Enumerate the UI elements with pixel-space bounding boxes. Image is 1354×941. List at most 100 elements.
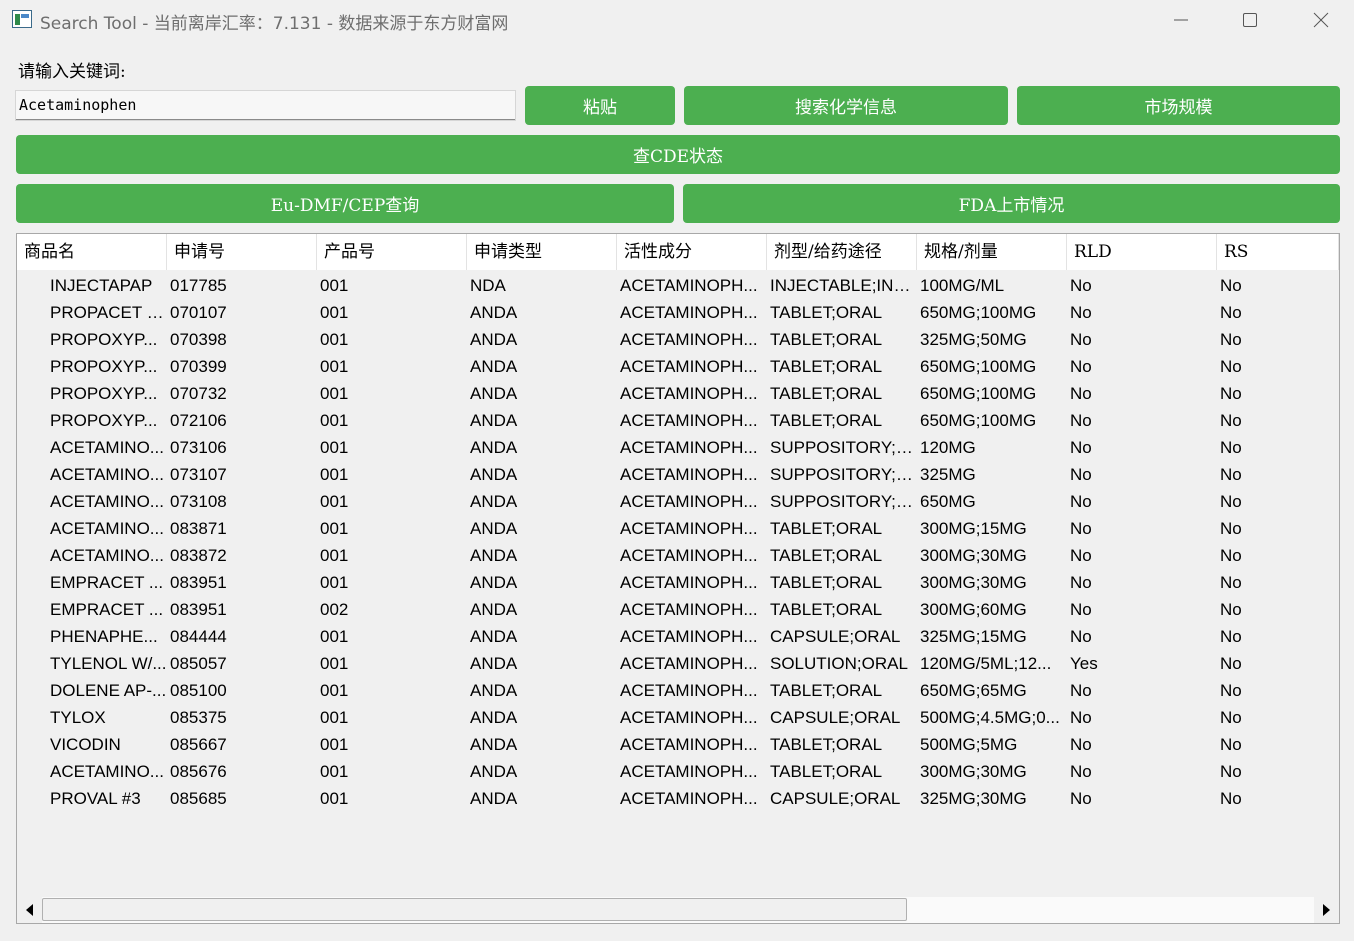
cell-active-ingredient: ACETAMINOPH... xyxy=(620,762,758,781)
cell-product-no: 001 xyxy=(320,627,349,646)
maximize-icon xyxy=(1243,13,1257,27)
cell-rs: No xyxy=(1220,762,1242,781)
cell-rs: No xyxy=(1220,654,1242,673)
scroll-left-button[interactable] xyxy=(18,897,42,923)
cell-trade-name: DOLENE AP-... xyxy=(50,681,167,700)
horizontal-scrollbar[interactable] xyxy=(17,897,1339,923)
cell-strength: 650MG;65MG xyxy=(920,681,1027,700)
cell-active-ingredient: ACETAMINOPH... xyxy=(620,276,758,295)
table-row[interactable]: EMPRACET ... 083951 002 ANDA ACETAMINOPH... T… xyxy=(17,596,1339,623)
cell-rs: No xyxy=(1220,276,1242,295)
market-size-button[interactable]: 市场规模 xyxy=(1017,86,1340,125)
scroll-right-button[interactable] xyxy=(1314,897,1338,923)
cell-trade-name: INJECTAPAP xyxy=(50,276,153,295)
cell-rld: No xyxy=(1070,276,1092,295)
cell-rld: No xyxy=(1070,708,1092,727)
column-header-dosage-form-route[interactable]: 剂型/给药途径 xyxy=(767,234,917,270)
table-row[interactable]: ACETAMINO... 083871 001 ANDA ACETAMINOPH... T… xyxy=(17,515,1339,542)
cell-strength: 120MG xyxy=(920,438,976,457)
paste-button[interactable]: 粘贴 xyxy=(525,86,675,125)
cell-application-type: ANDA xyxy=(470,573,518,592)
column-header-strength[interactable]: 规格/剂量 xyxy=(917,234,1067,270)
table-row[interactable]: ACETAMINO... 073108 001 ANDA ACETAMINOPH... S… xyxy=(17,488,1339,515)
cell-rld: No xyxy=(1070,465,1092,484)
cell-trade-name: ACETAMINO... xyxy=(50,465,164,484)
table-row[interactable]: EMPRACET ... 083951 001 ANDA ACETAMINOPH... T… xyxy=(17,569,1339,596)
column-header-product-no[interactable]: 产品号 xyxy=(317,234,467,270)
table-row[interactable]: TYLOX 085375 001 ANDA ACETAMINOPH... CAPSULE;… xyxy=(17,704,1339,731)
cell-rld: No xyxy=(1070,384,1092,403)
table-row[interactable]: PROPACET 1... 070107 001 ANDA ACETAMINOPH...… xyxy=(17,299,1339,326)
cell-active-ingredient: ACETAMINOPH... xyxy=(620,735,758,754)
table-row[interactable]: PHENAPHE... 084444 001 ANDA ACETAMINOPH... CA… xyxy=(17,623,1339,650)
table-row[interactable]: ACETAMINO... 073106 001 ANDA ACETAMINOPH... S… xyxy=(17,434,1339,461)
cell-product-no: 001 xyxy=(320,519,349,538)
cell-dosage-form-route: SOLUTION;ORAL xyxy=(770,654,908,673)
fda-listing-button[interactable]: FDA上市情况 xyxy=(683,184,1340,223)
cell-dosage-form-route: SUPPOSITORY;R... xyxy=(770,492,917,511)
table-row[interactable]: ACETAMINO... 073107 001 ANDA ACETAMINOPH... S… xyxy=(17,461,1339,488)
cell-product-no: 001 xyxy=(320,330,349,349)
cell-trade-name: TYLENOL W/... xyxy=(50,654,167,673)
table-row[interactable]: ACETAMINO... 083872 001 ANDA ACETAMINOPH... T… xyxy=(17,542,1339,569)
cell-rs: No xyxy=(1220,438,1242,457)
table-row[interactable]: PROPOXYP... 070732 001 ANDA ACETAMINOPH... TA… xyxy=(17,380,1339,407)
cde-status-button[interactable]: 查CDE状态 xyxy=(16,135,1340,174)
cell-rld: Yes xyxy=(1070,654,1098,673)
cell-strength: 120MG/5ML;12... xyxy=(920,654,1052,673)
cell-trade-name: ACETAMINO... xyxy=(50,519,164,538)
cell-dosage-form-route: TABLET;ORAL xyxy=(770,735,883,754)
cell-dosage-form-route: TABLET;ORAL xyxy=(770,546,883,565)
table-row[interactable]: ACETAMINO... 085676 001 ANDA ACETAMINOPH... T… xyxy=(17,758,1339,785)
cell-rs: No xyxy=(1220,600,1242,619)
cell-trade-name: TYLOX xyxy=(50,708,106,727)
cell-rld: No xyxy=(1070,330,1092,349)
cell-application-type: ANDA xyxy=(470,330,518,349)
keyword-input[interactable] xyxy=(16,91,515,120)
column-header-application-type[interactable]: 申请类型 xyxy=(467,234,617,270)
table-row[interactable]: INJECTAPAP 017785 001 NDA ACETAMINOPH... INJE… xyxy=(17,272,1339,299)
close-button[interactable] xyxy=(1286,0,1354,40)
cell-application-no: 085100 xyxy=(170,681,227,700)
cell-trade-name: EMPRACET ... xyxy=(50,600,164,619)
cell-application-type: NDA xyxy=(470,276,506,295)
cell-application-no: 017785 xyxy=(170,276,227,295)
cell-application-no: 085057 xyxy=(170,654,227,673)
cell-application-no: 070398 xyxy=(170,330,227,349)
cell-rs: No xyxy=(1220,357,1242,376)
table-row[interactable]: TYLENOL W/... 085057 001 ANDA ACETAMINOPH...… xyxy=(17,650,1339,677)
maximize-button[interactable] xyxy=(1215,0,1285,40)
cell-application-type: ANDA xyxy=(470,546,518,565)
cell-application-no: 072106 xyxy=(170,411,227,430)
cell-strength: 500MG;4.5MG;0... xyxy=(920,708,1060,727)
column-header-active-ingredient[interactable]: 活性成分 xyxy=(617,234,767,270)
minimize-button[interactable] xyxy=(1146,0,1216,40)
column-header-rs[interactable]: RS xyxy=(1217,234,1339,270)
cell-trade-name: PHENAPHE... xyxy=(50,627,158,646)
table-row[interactable]: PROPOXYP... 072106 001 ANDA ACETAMINOPH... TA… xyxy=(17,407,1339,434)
cell-application-type: ANDA xyxy=(470,708,518,727)
cell-trade-name: EMPRACET ... xyxy=(50,573,164,592)
arrow-left-icon xyxy=(26,904,33,916)
cell-strength: 650MG xyxy=(920,492,976,511)
cell-rld: No xyxy=(1070,762,1092,781)
cell-active-ingredient: ACETAMINOPH... xyxy=(620,438,758,457)
table-row[interactable]: PROVAL #3 085685 001 ANDA ACETAMINOPH... CAPS… xyxy=(17,785,1339,812)
search-chem-info-button[interactable]: 搜索化学信息 xyxy=(684,86,1008,125)
cell-rs: No xyxy=(1220,330,1242,349)
cell-rs: No xyxy=(1220,492,1242,511)
scrollbar-thumb[interactable] xyxy=(42,898,907,921)
column-header-trade-name[interactable]: 商品名 xyxy=(17,234,167,270)
table-row[interactable]: PROPOXYP... 070399 001 ANDA ACETAMINOPH... TA… xyxy=(17,353,1339,380)
cell-application-no: 073106 xyxy=(170,438,227,457)
column-header-application-no[interactable]: 申请号 xyxy=(167,234,317,270)
table-row[interactable]: PROPOXYP... 070398 001 ANDA ACETAMINOPH... TA… xyxy=(17,326,1339,353)
table-row[interactable]: DOLENE AP-... 085100 001 ANDA ACETAMINOPH...… xyxy=(17,677,1339,704)
cell-product-no: 001 xyxy=(320,438,349,457)
table-row[interactable]: VICODIN 085667 001 ANDA ACETAMINOPH... TABLET… xyxy=(17,731,1339,758)
cell-dosage-form-route: SUPPOSITORY;R... xyxy=(770,438,917,457)
eu-dmf-cep-button[interactable]: Eu-DMF/CEP查询 xyxy=(16,184,674,223)
column-header-rld[interactable]: RLD xyxy=(1067,234,1217,270)
cell-rs: No xyxy=(1220,789,1242,808)
cell-application-type: ANDA xyxy=(470,411,518,430)
